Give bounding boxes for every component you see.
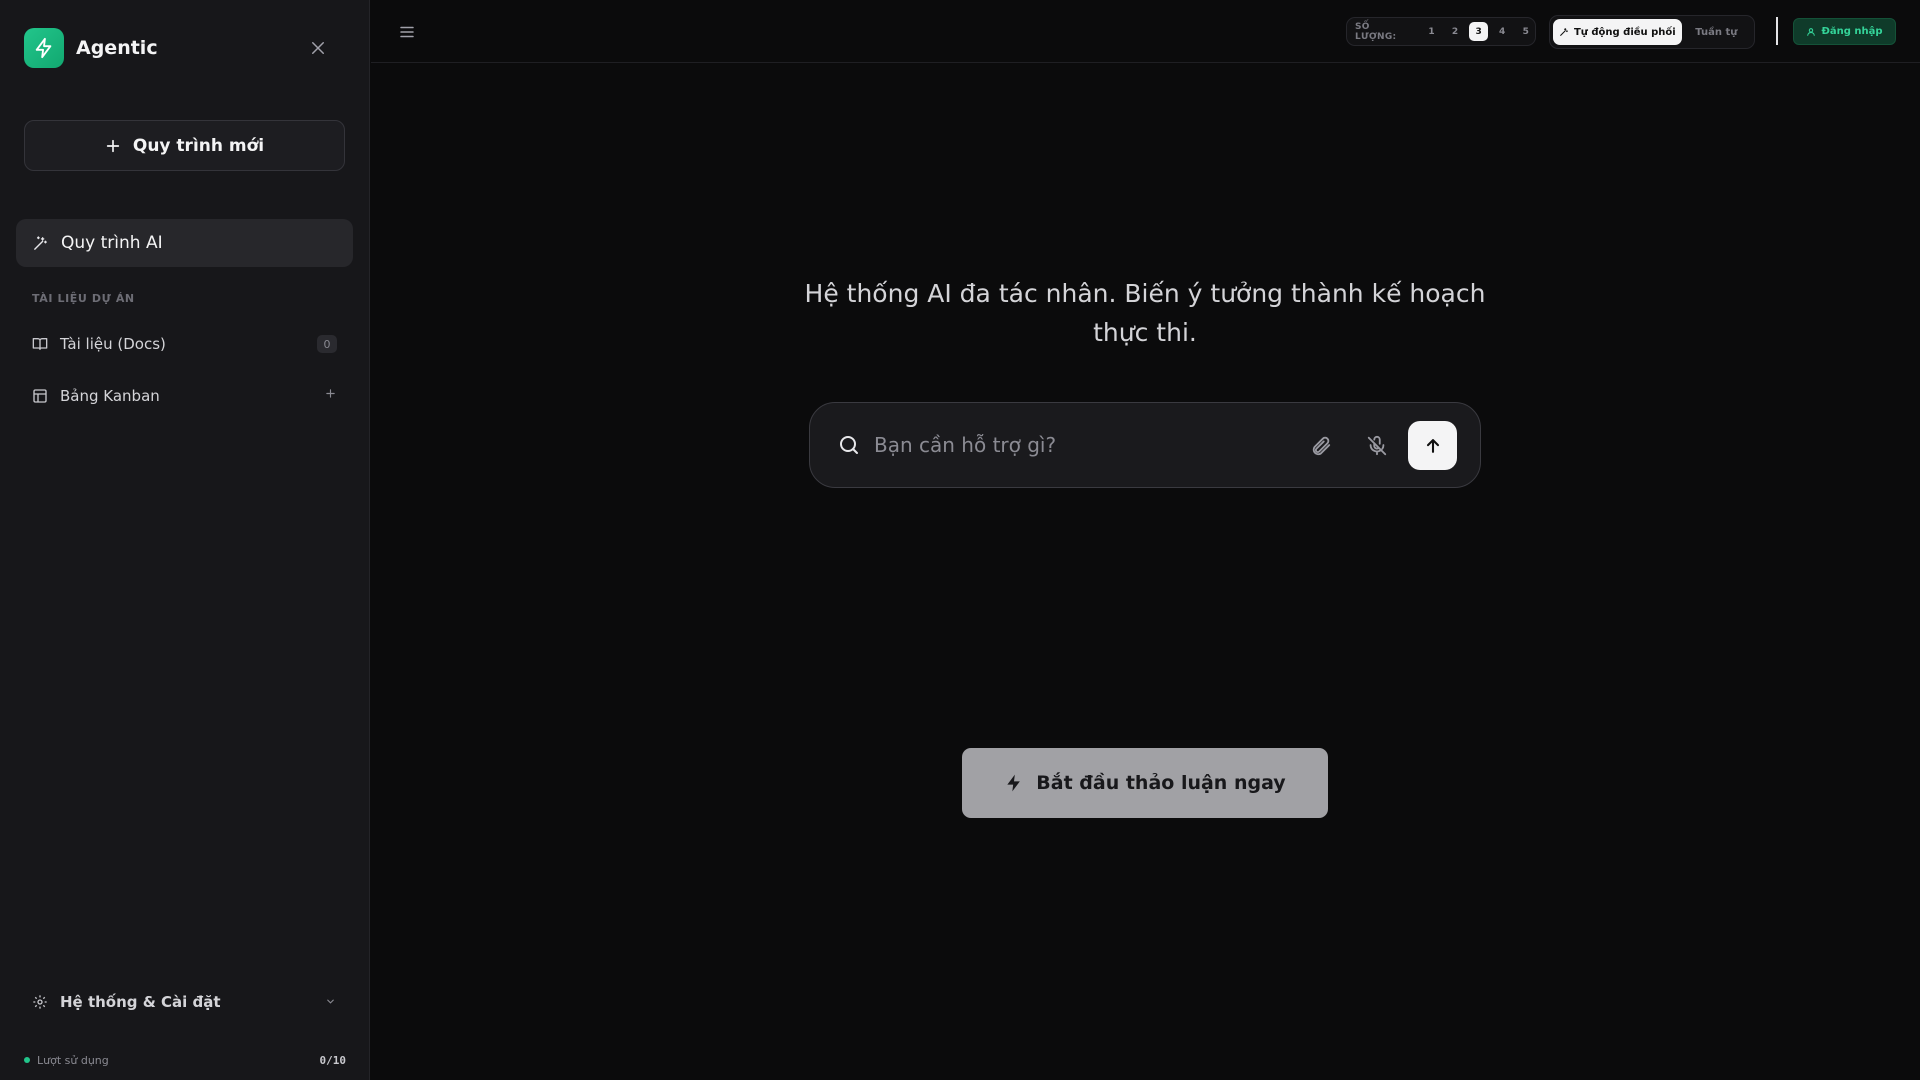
attach-button[interactable] [1307, 432, 1335, 460]
quantity-option-5[interactable]: 5 [1516, 22, 1535, 41]
menu-toggle-button[interactable] [395, 20, 419, 44]
user-icon [1807, 27, 1816, 36]
usage-indicator: Lượt sử dụng 0/10 [24, 1052, 346, 1068]
gear-icon [33, 995, 47, 1009]
send-button[interactable] [1408, 421, 1457, 470]
sparkle-icon [1560, 28, 1568, 36]
mic-off-icon [1367, 435, 1387, 456]
docs-count-badge: 0 [317, 335, 337, 353]
sidebar-item-ai-workflow[interactable]: Quy trình AI [16, 219, 353, 267]
start-discussion-label: Bắt đầu thảo luận ngay [1036, 772, 1286, 794]
close-sidebar-button[interactable] [306, 36, 330, 60]
status-dot-icon [24, 1057, 30, 1063]
close-icon [312, 42, 324, 54]
brand-name: Agentic [76, 37, 158, 59]
sidebar-item-label: Bảng Kanban [60, 387, 160, 405]
sidebar: Agentic Quy trình mới Quy trình AI TÀI L… [0, 0, 370, 1080]
quantity-option-3[interactable]: 3 [1469, 22, 1488, 41]
quantity-label: SỐ LƯỢNG: [1355, 21, 1397, 42]
quantity-option-1[interactable]: 1 [1422, 22, 1441, 41]
plus-icon [326, 389, 335, 398]
settings-label: Hệ thống & Cài đặt [60, 993, 221, 1011]
usage-count: 0/10 [319, 1053, 347, 1067]
divider [1776, 17, 1778, 45]
usage-label: Lượt sử dụng [37, 1053, 109, 1067]
plus-icon [106, 139, 120, 152]
mode-sequential-label: Tuần tự [1695, 26, 1738, 38]
mode-switch: Tự động điều phối Tuần tự [1549, 15, 1755, 49]
sidebar-item-label: Tài liệu (Docs) [60, 335, 166, 353]
menu-icon [400, 26, 414, 38]
prompt-input[interactable] [874, 425, 1264, 465]
quantity-selector: SỐ LƯỢNG: 1 2 3 4 5 [1346, 17, 1536, 46]
system-settings-toggle[interactable]: Hệ thống & Cài đặt [16, 982, 353, 1022]
quantity-option-2[interactable]: 2 [1446, 22, 1465, 41]
lightning-logo-icon [24, 28, 64, 68]
new-workflow-label: Quy trình mới [132, 135, 265, 156]
quantity-option-4[interactable]: 4 [1493, 22, 1512, 41]
login-label: Đăng nhập [1821, 26, 1883, 37]
start-discussion-button[interactable]: Bắt đầu thảo luận ngay [962, 748, 1328, 818]
mode-sequential[interactable]: Tuần tự [1682, 19, 1751, 45]
magic-wand-icon [34, 235, 47, 250]
microphone-button[interactable] [1363, 432, 1391, 460]
hero-headline: Hệ thống AI đa tác nhân. Biến ý tưởng th… [804, 279, 1486, 347]
lightning-icon [1007, 774, 1021, 792]
arrow-up-icon [1426, 438, 1439, 453]
sidebar-item-label: Quy trình AI [61, 233, 163, 253]
mode-auto-label: Tự động điều phối [1573, 26, 1676, 38]
sidebar-item-docs[interactable]: Tài liệu (Docs) 0 [16, 324, 353, 364]
paperclip-icon [1312, 436, 1331, 456]
new-workflow-button[interactable]: Quy trình mới [24, 120, 345, 171]
login-button[interactable]: Đăng nhập [1793, 18, 1896, 45]
search-icon [837, 433, 861, 457]
prompt-box [809, 402, 1481, 488]
chevron-down-icon [325, 996, 336, 1007]
add-kanban-button[interactable] [325, 388, 336, 399]
kanban-board-icon [33, 389, 47, 403]
sidebar-item-kanban[interactable]: Bảng Kanban [16, 376, 353, 416]
brand: Agentic [24, 28, 158, 68]
book-open-icon [32, 338, 48, 350]
section-label-project-docs: TÀI LIỆU DỰ ÁN [32, 292, 135, 305]
mode-auto-orchestrate[interactable]: Tự động điều phối [1553, 19, 1682, 45]
top-bar: SỐ LƯỢNG: 1 2 3 4 5 Tự động điều phối Tu… [371, 0, 1920, 63]
